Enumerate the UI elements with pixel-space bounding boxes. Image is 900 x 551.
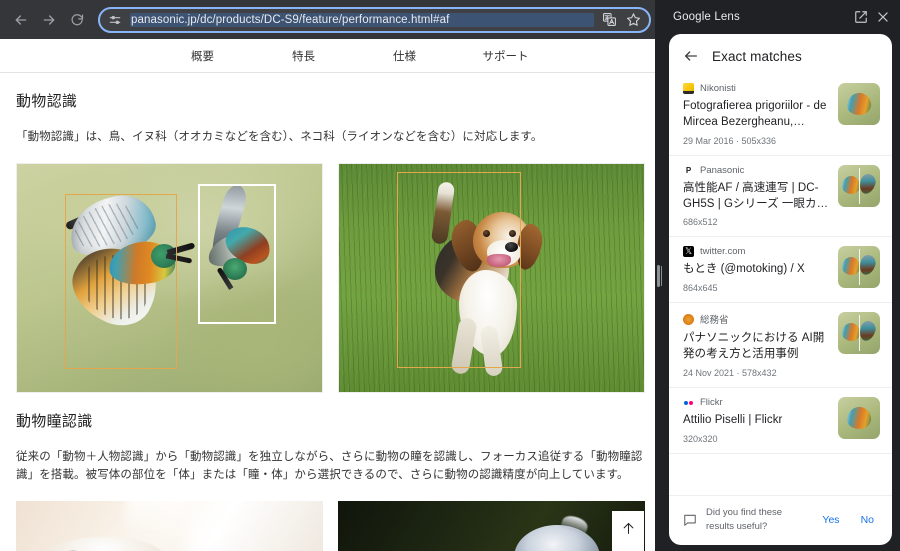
soumu-favicon <box>683 314 694 325</box>
feedback-icon <box>683 513 697 527</box>
list-item[interactable]: Flickr Attilio Piselli | Flickr 320x320 <box>669 388 892 454</box>
scroll-to-top-button[interactable] <box>612 511 644 551</box>
result-thumbnail[interactable] <box>838 83 880 125</box>
bird-left <box>63 198 191 338</box>
dog-subject <box>425 178 545 378</box>
result-title[interactable]: Fotografierea prigoriilor - de Mircea Be… <box>683 99 830 131</box>
arrow-left-icon[interactable] <box>683 48 699 64</box>
result-source-name: Nikonisti <box>700 83 736 94</box>
panasonic-favicon <box>683 165 694 176</box>
site-nav: 概要 特長 仕様 サポート <box>0 39 661 73</box>
bird-right <box>203 184 287 320</box>
result-source-name: twitter.com <box>700 246 745 257</box>
list-item[interactable]: twitter.com もとき (@motoking) / X 864x645 <box>669 237 892 303</box>
result-thumbnail[interactable] <box>838 397 880 439</box>
google-lens-side-panel: Google Lens Exact matches <box>661 0 900 551</box>
feedback-yes-button[interactable]: Yes <box>816 514 845 526</box>
lens-results-heading: Exact matches <box>712 49 802 64</box>
result-source: 総務省 <box>683 312 830 326</box>
flickr-favicon <box>683 397 694 408</box>
section-body-animal-eye-detection: 従来の「動物＋人物認識」から「動物認識」を独立しながら、さらに動物の瞳を認識し、… <box>16 448 645 485</box>
result-title[interactable]: Attilio Piselli | Flickr <box>683 413 830 429</box>
site-nav-item-support[interactable]: サポート <box>455 48 556 64</box>
nikonisti-favicon <box>683 83 694 94</box>
result-meta: 320x320 <box>683 434 830 444</box>
resize-grip-icon <box>657 265 660 287</box>
result-source: twitter.com <box>683 246 830 257</box>
list-item[interactable]: Nikonisti Fotografierea prigoriilor - de… <box>669 74 892 156</box>
image-row-animal-eye-detection <box>16 501 645 551</box>
result-thumbnail[interactable] <box>838 312 880 354</box>
web-page: 概要 特長 仕様 サポート 動物認識 「動物認識」は、鳥、イヌ科（オオカミなどを… <box>0 39 661 551</box>
result-meta: 864x645 <box>683 283 830 293</box>
list-item[interactable]: 総務省 パナソニックにおける AI開発の考え方と活用事例 24 Nov 2021… <box>669 303 892 388</box>
close-icon[interactable] <box>876 10 890 24</box>
lens-results-card: Exact matches Nikonisti Fotografierea pr… <box>669 34 892 545</box>
lens-results-header: Exact matches <box>669 34 892 74</box>
panel-resize-handle[interactable] <box>655 0 662 551</box>
result-source-name: Flickr <box>700 397 723 408</box>
feedback-bar: Did you find these results useful? Yes N… <box>669 495 892 545</box>
result-title[interactable]: パナソニックにおける AI開発の考え方と活用事例 <box>683 331 830 363</box>
result-meta: 29 Mar 2016 · 505x336 <box>683 136 830 146</box>
result-meta: 24 Nov 2021 · 578x432 <box>683 368 830 378</box>
back-button[interactable] <box>8 7 34 33</box>
feedback-no-button[interactable]: No <box>855 514 880 526</box>
result-title[interactable]: 高性能AF / 高速連写 | DC-GH5S | Gシリーズ 一眼カメラ | 商… <box>683 181 830 213</box>
list-item[interactable]: Panasonic 高性能AF / 高速連写 | DC-GH5S | Gシリーズ… <box>669 156 892 238</box>
photo-birds <box>16 163 323 393</box>
feedback-text: Did you find these results useful? <box>706 506 807 533</box>
result-thumbnail[interactable] <box>838 246 880 288</box>
translate-icon[interactable] <box>602 12 617 27</box>
address-bar[interactable]: panasonic.jp/dc/products/DC-S9/feature/p… <box>98 7 651 33</box>
result-thumbnail[interactable] <box>838 165 880 207</box>
page-content: 動物認識 「動物認識」は、鳥、イヌ科（オオカミなどを含む）、ネコ科（ライオンなど… <box>0 90 661 551</box>
tune-icon[interactable] <box>108 13 122 27</box>
lens-results-list: Nikonisti Fotografierea prigoriilor - de… <box>669 74 892 495</box>
open-in-new-icon[interactable] <box>854 10 868 24</box>
url-text[interactable]: panasonic.jp/dc/products/DC-S9/feature/p… <box>130 13 594 27</box>
result-source-name: 総務省 <box>700 312 729 326</box>
site-nav-item-overview[interactable]: 概要 <box>152 48 253 64</box>
image-row-animal-detection <box>16 163 645 393</box>
forward-button[interactable] <box>36 7 62 33</box>
result-source: Flickr <box>683 397 830 408</box>
reload-button[interactable] <box>64 7 90 33</box>
section-body-animal-detection: 「動物認識」は、鳥、イヌ科（オオカミなどを含む）、ネコ科（ライオンなどを含む）に… <box>16 128 645 147</box>
result-title[interactable]: もとき (@motoking) / X <box>683 262 830 278</box>
section-title-animal-eye-detection: 動物瞳認識 <box>16 410 645 431</box>
side-panel-header: Google Lens <box>661 0 900 34</box>
side-panel-title: Google Lens <box>673 11 846 23</box>
site-nav-item-features[interactable]: 特長 <box>253 48 354 64</box>
photo-dog <box>338 163 645 393</box>
site-nav-item-specs[interactable]: 仕様 <box>354 48 455 64</box>
result-source: Panasonic <box>683 165 830 176</box>
photo-owl <box>338 501 645 551</box>
arrow-up-icon <box>621 521 636 541</box>
result-source: Nikonisti <box>683 83 830 94</box>
browser-window: panasonic.jp/dc/products/DC-S9/feature/p… <box>0 0 661 551</box>
browser-toolbar: panasonic.jp/dc/products/DC-S9/feature/p… <box>0 0 661 39</box>
result-source-name: Panasonic <box>700 165 744 176</box>
star-icon[interactable] <box>626 12 641 27</box>
app-root: panasonic.jp/dc/products/DC-S9/feature/p… <box>0 0 900 551</box>
section-title-animal-detection: 動物認識 <box>16 90 645 111</box>
photo-cat <box>16 501 323 551</box>
result-meta: 686x512 <box>683 217 830 227</box>
twitter-favicon <box>683 246 694 257</box>
